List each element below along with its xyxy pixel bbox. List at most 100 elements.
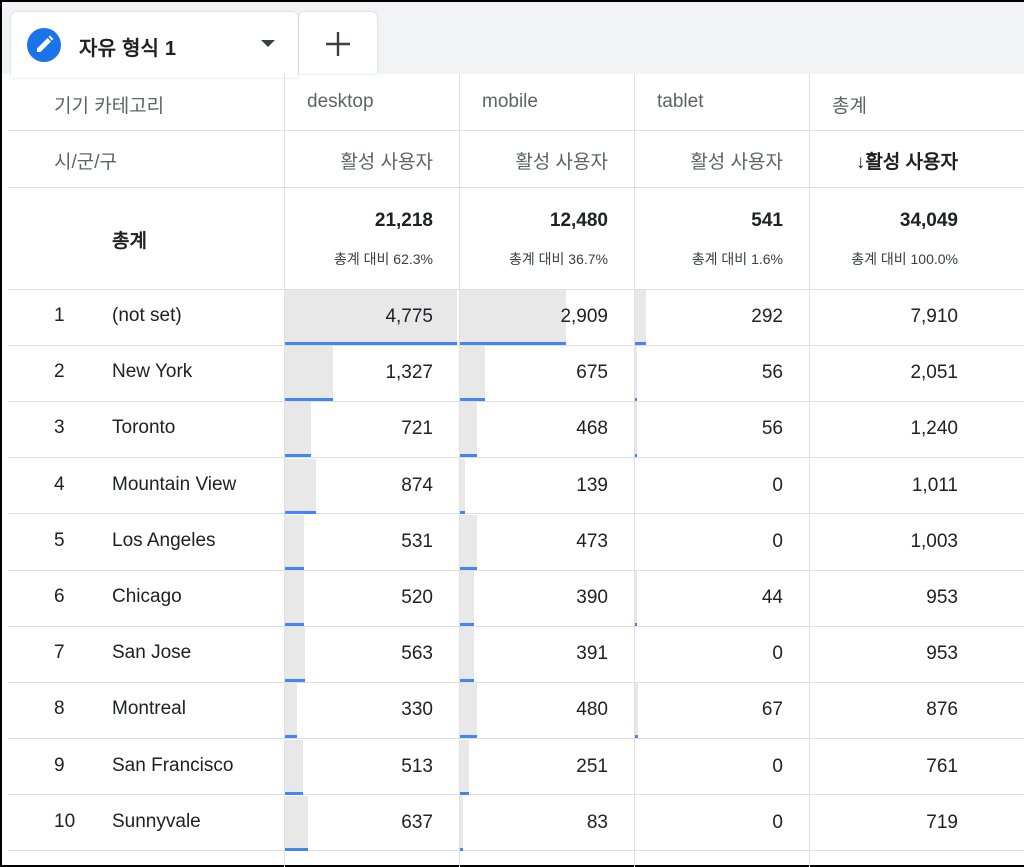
bar-line-mobile <box>460 791 469 795</box>
bar-line-mobile <box>460 623 474 626</box>
column-header-desktop[interactable]: desktop <box>307 91 374 113</box>
cell-total[interactable]: 7,910 <box>809 306 958 328</box>
metric-header-mobile[interactable]: 활성 사용자 <box>459 147 608 174</box>
cell-tablet[interactable]: 0 <box>634 643 783 665</box>
bar-line-desktop <box>285 791 303 795</box>
column-header-mobile[interactable]: mobile <box>482 91 538 113</box>
bar-line-tablet <box>635 735 638 739</box>
bar-line-mobile <box>460 510 465 514</box>
cell-tablet[interactable]: 0 <box>634 756 783 778</box>
row-city[interactable]: San Jose <box>112 642 191 664</box>
tab-freeform-1[interactable]: 자유 형식 1 <box>11 12 298 78</box>
row-divider <box>8 130 1024 131</box>
cell-desktop[interactable]: 874 <box>284 475 433 497</box>
cell-mobile[interactable]: 675 <box>459 362 608 384</box>
bar-line-mobile <box>460 679 474 683</box>
row-rank: 1 <box>54 305 65 326</box>
row-city[interactable]: San Francisco <box>112 755 233 777</box>
cell-mobile[interactable]: 391 <box>459 643 608 665</box>
cell-mobile[interactable]: 473 <box>459 531 608 553</box>
cell-desktop[interactable]: 637 <box>284 812 433 834</box>
row-divider <box>8 738 1024 739</box>
cell-total[interactable]: 761 <box>809 756 958 778</box>
cell-desktop[interactable]: 1,327 <box>284 362 433 384</box>
bar-line-mobile <box>460 454 477 458</box>
metric-header-desktop[interactable]: 활성 사용자 <box>284 147 433 174</box>
row-city[interactable]: Sunnyvale <box>112 811 201 833</box>
cell-desktop[interactable]: 531 <box>284 531 433 553</box>
total-share-desktop: 총계 대비 62.3% <box>334 251 433 267</box>
total-share-tablet: 총계 대비 1.6% <box>691 251 783 267</box>
cell-total[interactable]: 953 <box>809 643 958 665</box>
cell-tablet[interactable]: 56 <box>634 362 783 384</box>
cell-tablet[interactable]: 67 <box>634 699 783 721</box>
row-rank: 7 <box>54 642 65 664</box>
pencil-icon[interactable] <box>27 28 61 62</box>
bar-line-tablet <box>635 623 637 626</box>
cell-tablet[interactable]: 56 <box>634 418 783 440</box>
bar-line-tablet <box>635 342 646 345</box>
bar-line-mobile <box>460 566 477 570</box>
bar-line-desktop <box>285 623 304 626</box>
bar-line-mobile <box>460 342 566 345</box>
caret-down-icon[interactable] <box>259 34 277 52</box>
add-tab-button[interactable] <box>299 12 377 74</box>
row-rank: 5 <box>54 529 65 551</box>
cell-tablet[interactable]: 0 <box>634 812 783 834</box>
column-header-total[interactable]: 총계 <box>832 91 867 118</box>
row-divider <box>8 570 1024 571</box>
row-city[interactable]: Mountain View <box>112 474 236 496</box>
bar-line-desktop <box>285 342 457 345</box>
cell-desktop[interactable]: 520 <box>284 587 433 609</box>
column-header-tablet[interactable]: tablet <box>657 91 703 113</box>
bar-line-mobile <box>460 735 477 739</box>
total-value-desktop: 21,218 <box>374 210 433 231</box>
row-city[interactable]: Los Angeles <box>112 530 216 552</box>
cell-total[interactable]: 2,051 <box>809 362 958 384</box>
bar-line-tablet <box>635 454 637 458</box>
cell-mobile[interactable]: 2,909 <box>459 306 608 328</box>
cell-total[interactable]: 1,003 <box>809 531 958 553</box>
total-value-total: 34,049 <box>899 210 958 231</box>
totals-label: 총계 <box>112 231 147 252</box>
bar-line-mobile <box>460 398 485 402</box>
cell-desktop[interactable]: 563 <box>284 643 433 665</box>
cell-mobile[interactable]: 390 <box>459 587 608 609</box>
row-rank: 8 <box>54 698 65 720</box>
cell-mobile[interactable]: 468 <box>459 418 608 440</box>
metric-header-total[interactable]: ↓활성 사용자 <box>809 147 958 174</box>
row-divider <box>8 626 1024 627</box>
row-city[interactable]: Toronto <box>112 417 175 439</box>
column-divider <box>809 74 810 867</box>
cell-mobile[interactable]: 83 <box>459 812 608 834</box>
row-divider <box>8 850 1024 851</box>
dimension-label: 기기 카테고리 <box>54 96 165 117</box>
cell-desktop[interactable]: 330 <box>284 699 433 721</box>
cell-tablet[interactable]: 44 <box>634 587 783 609</box>
row-city[interactable]: (not set) <box>112 305 182 327</box>
row-divider <box>8 187 1024 188</box>
cell-total[interactable]: 1,011 <box>809 475 958 497</box>
cell-mobile[interactable]: 251 <box>459 756 608 778</box>
cell-total[interactable]: 719 <box>809 812 958 834</box>
row-rank: 4 <box>54 473 65 495</box>
row-divider <box>8 513 1024 514</box>
row-divider <box>8 682 1024 683</box>
cell-total[interactable]: 876 <box>809 699 958 721</box>
cell-tablet[interactable]: 0 <box>634 531 783 553</box>
cell-total[interactable]: 1,240 <box>809 418 958 440</box>
cell-total[interactable]: 953 <box>809 587 958 609</box>
bar-line-mobile <box>460 847 463 851</box>
cell-desktop[interactable]: 4,775 <box>284 306 433 328</box>
cell-desktop[interactable]: 513 <box>284 756 433 778</box>
cell-mobile[interactable]: 480 <box>459 699 608 721</box>
row-city[interactable]: New York <box>112 361 192 383</box>
row-city[interactable]: Chicago <box>112 586 182 608</box>
cell-tablet[interactable]: 292 <box>634 306 783 328</box>
cell-tablet[interactable]: 0 <box>634 475 783 497</box>
cell-mobile[interactable]: 139 <box>459 475 608 497</box>
cell-desktop[interactable]: 721 <box>284 418 433 440</box>
row-dimension-label: 시/군/구 <box>54 152 117 173</box>
row-city[interactable]: Montreal <box>112 698 186 720</box>
metric-header-tablet[interactable]: 활성 사용자 <box>634 147 783 174</box>
